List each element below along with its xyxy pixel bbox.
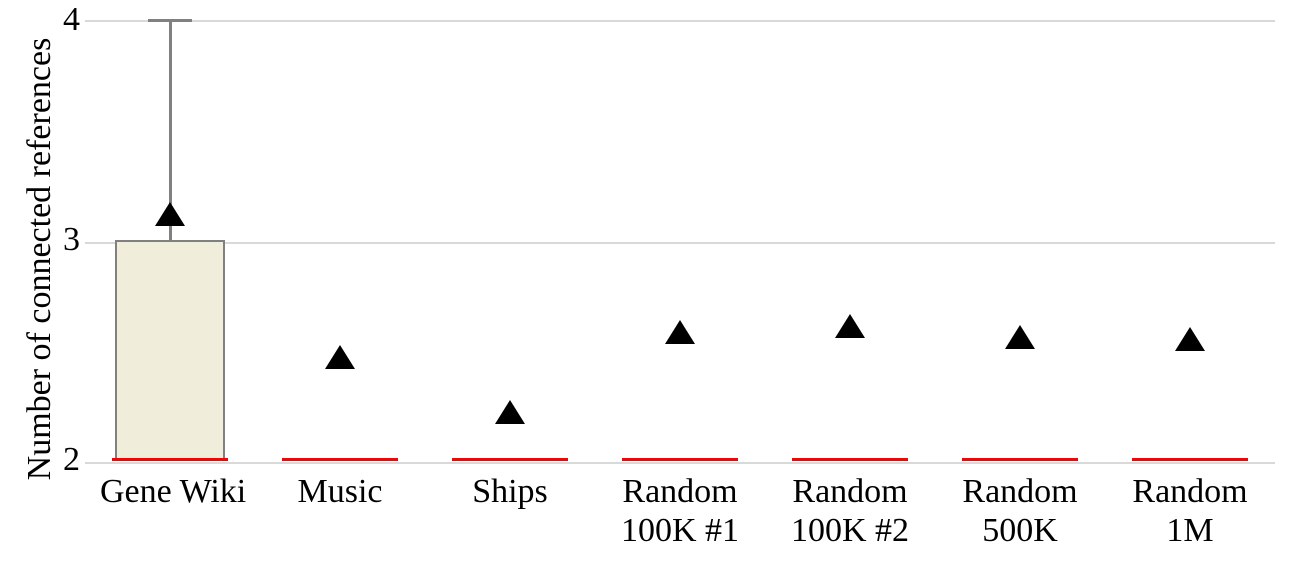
xlabel-0: Gene Wiki: [100, 472, 240, 511]
mean-marker-4: [835, 314, 865, 338]
median-4: [792, 458, 908, 461]
boxplot-chart: Number of connected references 4 3 2 Gen…: [0, 0, 1290, 576]
mean-marker-5: [1005, 325, 1035, 349]
median-6: [1132, 458, 1248, 461]
xlabel-3: Random 100K #1: [600, 472, 760, 550]
median-5: [962, 458, 1078, 461]
mean-marker-0: [155, 202, 185, 226]
y-axis-title: Number of connected references: [21, 29, 59, 489]
xlabel-1: Music: [270, 472, 410, 511]
mean-marker-3: [665, 320, 695, 344]
median-0: [112, 458, 228, 461]
whisker-cap-upper-0: [148, 19, 192, 22]
median-3: [622, 458, 738, 461]
xlabel-6: Random 1M: [1110, 472, 1270, 550]
box-0: [115, 240, 225, 461]
ytick-4: 4: [63, 1, 80, 39]
plot-area: [85, 20, 1275, 464]
mean-marker-6: [1175, 327, 1205, 351]
mean-marker-2: [495, 400, 525, 424]
mean-marker-1: [325, 345, 355, 369]
xlabel-4: Random 100K #2: [770, 472, 930, 550]
ytick-2: 2: [63, 441, 80, 479]
xlabel-5: Random 500K: [940, 472, 1100, 550]
median-2: [452, 458, 568, 461]
ytick-3: 3: [63, 221, 80, 259]
gridline-y3: [85, 242, 1275, 244]
median-1: [282, 458, 398, 461]
xlabel-2: Ships: [440, 472, 580, 511]
